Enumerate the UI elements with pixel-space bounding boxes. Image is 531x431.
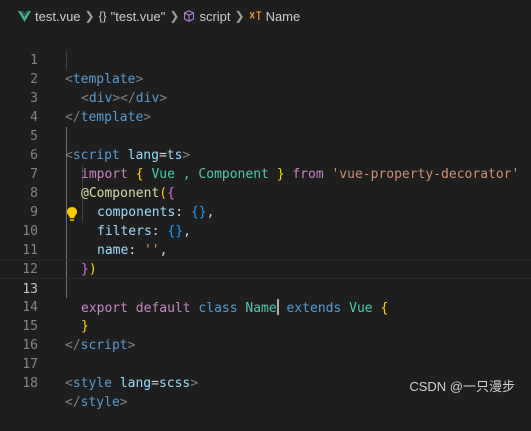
code-line: 5 <script lang=ts> [0,108,531,163]
tag-bracket: < [65,376,73,391]
code-line: 14 } [0,279,531,334]
type-parameter-icon [249,11,261,21]
code-line: 10 name: '', [0,203,531,258]
code-line: 3 </template> [0,70,531,125]
code-line: 9 filters: {}, [0,184,531,239]
code-editor[interactable]: 1 <template> 2 <div></div> 3 </template>… [0,32,531,410]
lightbulb-icon[interactable] [66,206,78,222]
breadcrumb-file-label: test.vue [35,8,81,24]
chevron-right-icon: ❯ [169,9,180,23]
code-line: 16 [0,317,531,353]
breadcrumb-symbol-label: Name [265,8,301,24]
code-line: 12 [0,241,531,277]
tag-bracket: > [190,376,199,391]
breadcrumb-block[interactable]: script [183,8,231,24]
tag-name: style [72,376,112,391]
equals-sign: = [151,376,159,391]
breadcrumb-section-label: "test.vue" [110,8,166,24]
code-line: 15 </script> [0,298,531,353]
tag-bracket: > [119,395,128,410]
code-line: 8 components: {}, [0,165,531,220]
breadcrumb: test.vue ❯ {} "test.vue" ❯ script ❯ Name [0,0,531,32]
braces-icon: {} [98,9,107,23]
code-line: 4 [0,89,531,125]
code-line-current: 13 export default class Name extends Vue… [0,260,531,316]
code-line: 6 import { Vue , Component } from 'vue-p… [0,127,531,182]
code-line: 17 <style lang=scss> [0,336,531,391]
watermark: CSDN @一只漫步 [409,379,515,394]
breadcrumb-file[interactable]: test.vue [18,9,81,24]
breadcrumb-symbol[interactable]: Name [249,8,301,24]
code-line: 7 @Component({ [0,146,531,201]
cube-icon [184,10,195,22]
chevron-right-icon: ❯ [234,9,245,23]
attribute-value: scss [158,376,191,391]
code-line: 1 <template> [0,32,531,87]
code-line: 2 <div></div> [0,51,531,106]
breadcrumb-block-label: script [199,8,231,24]
code-line: 11 }) [0,222,531,277]
tag-name: style [80,395,120,410]
attribute-name: lang [119,376,152,391]
chevron-right-icon: ❯ [84,9,95,23]
breadcrumb-section[interactable]: {} "test.vue" [99,9,166,24]
vue-icon [18,10,31,22]
code-line: 18 </style> [0,355,531,410]
line-number: 18 [22,376,38,391]
tag-bracket: </ [65,395,81,410]
